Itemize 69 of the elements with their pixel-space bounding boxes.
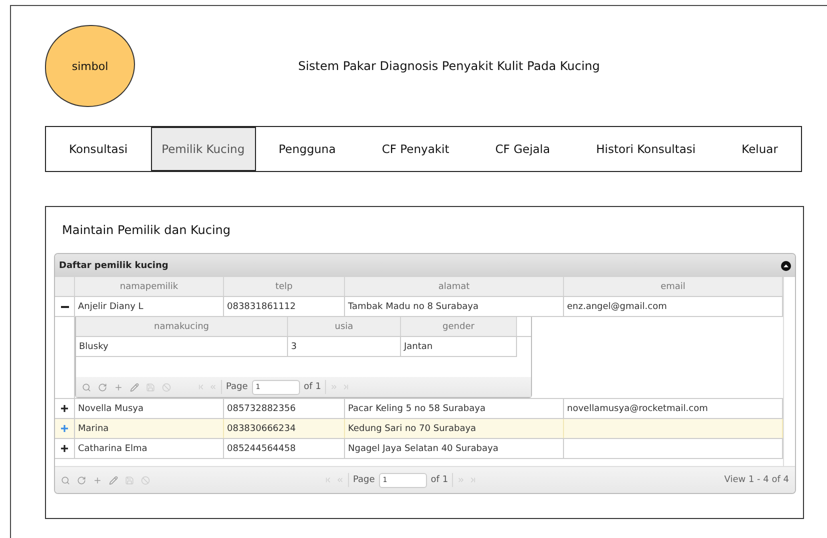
nav-tab[interactable]: CF Penyakit [358,127,472,171]
page-label: Page [226,382,248,392]
column-header[interactable]: namapemilik [75,277,224,296]
grid-caption: Daftar pemilik kucing [59,260,168,270]
nav-tab[interactable]: Keluar [718,127,801,171]
edit-icon[interactable] [109,476,118,484]
page-count: of 1 [304,382,322,392]
panel-title: Maintain Pemilik dan Kucing [62,222,232,239]
edit-icon[interactable] [130,382,139,392]
table-row[interactable]: Anjelir Diany L 083831861112 Tambak Madu no 8 Surabaya enz.angel@gmail.com [55,297,783,317]
table-row[interactable]: Catharina Elma 085244564458 Ngagel Jaya Selatan 40 Surabaya [55,439,783,459]
table-cell: 085244564458 [224,439,345,458]
cancel-icon[interactable] [141,476,150,484]
refresh-icon[interactable] [77,476,86,484]
table-cell: Marina [75,419,224,438]
table-cell: Kedung Sari no 70 Surabaya [345,419,564,438]
table-cell: 085732882356 [224,399,345,418]
page-label: Page [353,475,375,485]
column-header[interactable]: alamat [345,277,564,296]
table-cell: Tambak Madu no 8 Surabaya [345,297,564,316]
column-header[interactable]: usia [288,317,401,336]
plus-icon [61,425,68,432]
table-cell: Pacar Keling 5 no 58 Surabaya [345,399,564,418]
first-page-icon[interactable] [197,383,205,391]
minus-icon [60,306,68,308]
table-cell: Anjelir Diany L [75,297,224,316]
table-cell: 083830666234 [224,419,345,438]
search-icon[interactable] [61,476,70,484]
logo: simbol [45,25,135,107]
table-row[interactable]: Novella Musya 085732882356 Pacar Keling 5 no 58 Surabaya novellamusya@rocketmail.com [55,399,783,419]
collapse-icon[interactable] [781,260,791,270]
nav-tab[interactable]: Pemilik Kucing [150,127,256,171]
column-header[interactable]: gender [401,317,517,336]
table-cell: Novella Musya [75,399,224,418]
nav-tab[interactable]: Pengguna [256,127,359,171]
add-icon[interactable] [93,476,102,484]
previous-page-icon[interactable] [336,476,344,484]
table-cell: 3 [288,337,401,356]
table-cell: enz.angel@gmail.com [564,297,783,316]
last-page-icon[interactable] [342,383,350,391]
record-count: View 1 - 4 of 4 [724,475,789,485]
column-header[interactable]: email [564,277,783,296]
search-icon[interactable] [82,382,91,392]
column-header[interactable]: telp [224,277,345,296]
nav-tab[interactable]: Histori Konsultasi [573,127,719,171]
app-title: Sistem Pakar Diagnosis Penyakit Kulit Pada Kucing [297,59,601,73]
plus-icon [61,405,68,412]
table-cell: Ngagel Jaya Selatan 40 Surabaya [345,439,564,458]
page-count: of 1 [430,475,448,485]
refresh-icon[interactable] [98,382,107,392]
cancel-icon[interactable] [162,382,171,392]
plus-icon [61,445,68,452]
table-cell: Jantan [401,337,517,356]
table-row[interactable]: Marina 083830666234 Kedung Sari no 70 Surabaya [55,419,783,439]
previous-page-icon[interactable] [209,383,217,391]
table-cell: 083831861112 [224,297,345,316]
save-icon[interactable] [125,476,134,484]
column-header[interactable]: namakucing [76,317,288,336]
nav-tab[interactable]: Konsultasi [46,127,151,171]
save-icon[interactable] [146,382,155,392]
next-page-icon[interactable] [330,383,338,391]
table-cell: Blusky [76,337,288,356]
add-icon[interactable] [114,382,123,392]
first-page-icon[interactable] [324,476,332,484]
table-cell: Catharina Elma [75,439,224,458]
nav-tab[interactable]: CF Gejala [472,127,574,171]
last-page-icon[interactable] [469,476,478,484]
next-page-icon[interactable] [457,476,466,484]
table-cell: novellamusya@rocketmail.com [564,399,783,418]
